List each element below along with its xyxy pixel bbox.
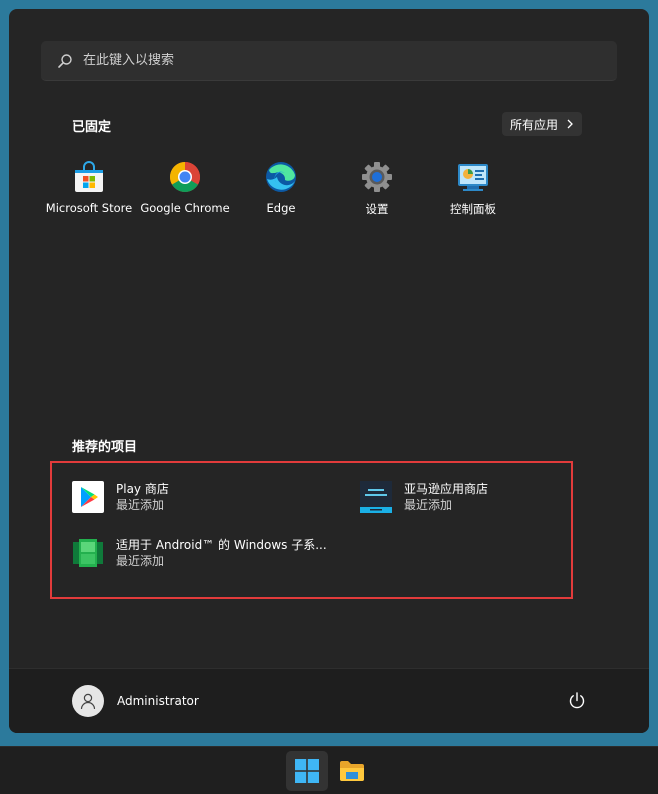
pinned-app-label: 控制面板 [450, 202, 496, 216]
recommended-item-play-store[interactable]: Play 商店 最近添加 [72, 481, 169, 513]
search-icon [58, 53, 72, 68]
settings-gear-icon [362, 162, 392, 192]
search-input[interactable] [83, 53, 563, 68]
google-chrome-icon [169, 162, 201, 193]
recommended-item-name: 适用于 Android™ 的 Windows 子系... [116, 538, 327, 552]
microsoft-store-icon [75, 161, 103, 192]
user-name: Administrator [117, 694, 199, 708]
wsa-icon [73, 539, 103, 567]
taskbar-start-button[interactable] [286, 751, 328, 791]
avatar [72, 685, 104, 717]
start-menu: 已固定 所有应用 Microsoft Store [9, 9, 649, 733]
recommended-item-subtitle: 最近添加 [116, 554, 165, 568]
taskbar [0, 746, 658, 794]
all-apps-button[interactable]: 所有应用 [502, 112, 583, 136]
recommended-item-subtitle: 最近添加 [116, 498, 165, 512]
folder-icon [340, 761, 364, 781]
recommended-item-amazon-appstore[interactable]: 亚马逊应用商店 最近添加 [360, 481, 488, 513]
pinned-section-title: 已固定 [72, 120, 112, 135]
recommended-item-name: Play 商店 [116, 482, 169, 496]
pinned-app-settings[interactable]: 设置 [329, 159, 425, 227]
user-icon [80, 693, 96, 710]
taskbar-file-explorer-button[interactable] [336, 753, 368, 789]
user-account-button[interactable]: Administrator [72, 685, 199, 717]
control-panel-icon [458, 164, 488, 191]
pinned-app-microsoft-store[interactable]: Microsoft Store [41, 159, 137, 227]
pinned-apps-grid: Microsoft Store Google Chrome Edge 设置 控制… [41, 159, 521, 227]
pinned-app-edge[interactable]: Edge [233, 159, 329, 227]
pinned-app-control-panel[interactable]: 控制面板 [425, 159, 521, 227]
pinned-app-label: Google Chrome [140, 201, 230, 215]
play-store-icon [72, 481, 104, 513]
pinned-app-label: Edge [266, 201, 296, 215]
pinned-app-google-chrome[interactable]: Google Chrome [137, 159, 233, 227]
pinned-app-label: Microsoft Store [45, 201, 133, 215]
all-apps-label: 所有应用 [510, 117, 559, 132]
recommended-item-wsa[interactable]: 适用于 Android™ 的 Windows 子系... 最近添加 [72, 537, 327, 569]
search-box[interactable] [41, 41, 617, 81]
pinned-app-label: 设置 [365, 202, 389, 216]
start-menu-footer: Administrator [9, 668, 649, 733]
chevron-right-icon [567, 119, 573, 129]
power-icon[interactable] [567, 691, 587, 711]
amazon-appstore-icon [360, 481, 392, 513]
edge-icon [266, 162, 296, 192]
recommended-section-title: 推荐的项目 [72, 440, 138, 455]
recommended-item-subtitle: 最近添加 [404, 498, 453, 512]
windows-logo-icon [295, 759, 319, 783]
recommended-item-name: 亚马逊应用商店 [404, 482, 489, 496]
